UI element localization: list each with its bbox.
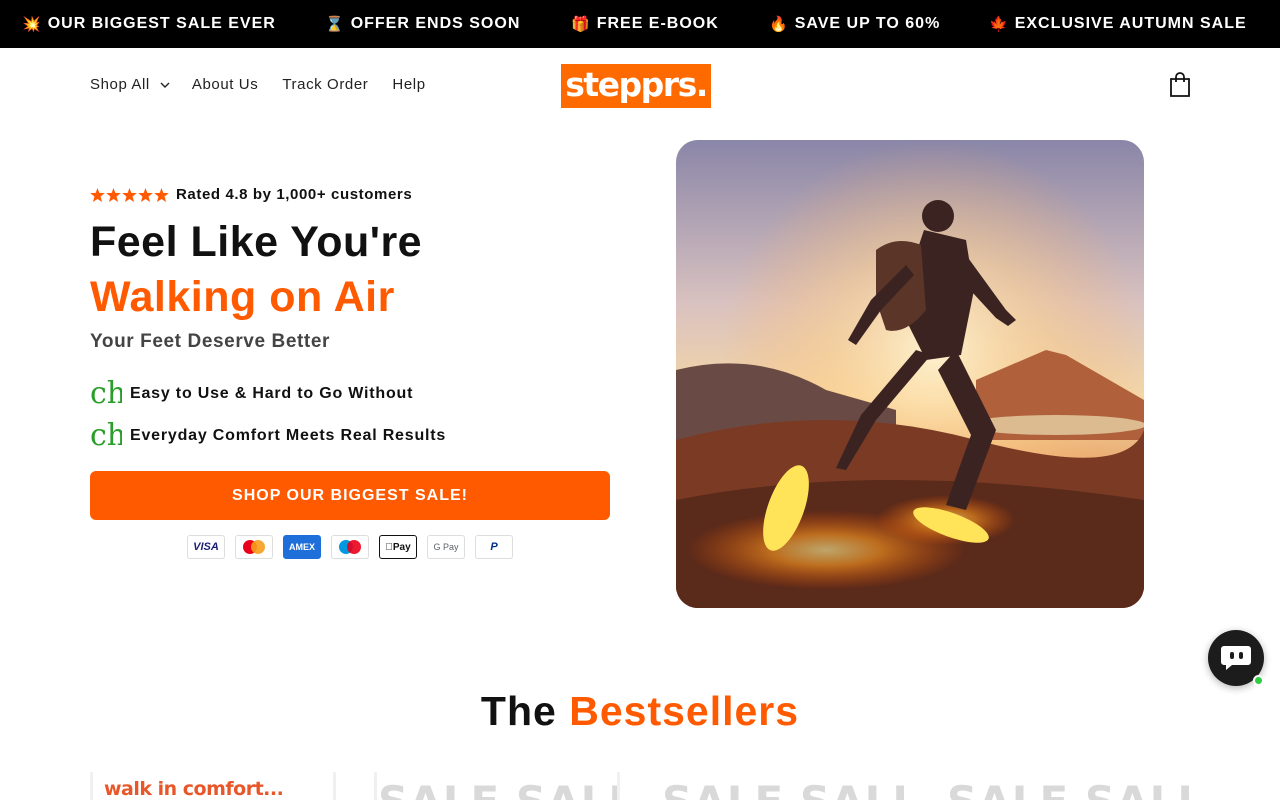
star-icon	[154, 187, 169, 202]
product-card[interactable]: SALE SALE	[374, 772, 620, 800]
maestro-icon	[331, 535, 369, 559]
chevron-down-icon	[160, 82, 170, 88]
feature-text: Easy to Use & Hard to Go Without	[130, 385, 414, 402]
check-icon: check	[90, 376, 122, 411]
sale-banner-text: SALE SALE	[662, 772, 904, 800]
announcement-emoji: 🎁	[571, 16, 591, 33]
feature-item: check Everyday Comfort Meets Real Result…	[90, 418, 446, 454]
nav-shop-all[interactable]: Shop All	[90, 76, 170, 93]
announcement-text: OFFER ENDS SOON	[350, 15, 521, 32]
announcement-emoji: ⌛	[325, 16, 345, 33]
brand-logo[interactable]: stepprs.	[561, 64, 711, 108]
nav-track-order[interactable]: Track Order	[282, 76, 368, 93]
sale-banner-text: SALE SALE	[947, 772, 1189, 800]
card-edge	[617, 772, 620, 800]
apple-icon: 	[385, 542, 393, 553]
heading-part: The	[480, 688, 557, 734]
chat-widget-button[interactable]	[1208, 630, 1264, 686]
sale-banner-text: SALE SALE	[378, 772, 620, 800]
announcement-bar: 💥 OUR BIGGEST SALE EVER ⌛ OFFER ENDS SOON …	[0, 0, 1280, 48]
announcement-text: EXCLUSIVE AUTUMN SALE	[1014, 15, 1247, 32]
visa-icon: VISA	[187, 535, 225, 559]
star-icon	[138, 187, 153, 202]
product-card[interactable]: walk in comfort...	[90, 772, 336, 800]
card-promo-text: walk in comfort...	[104, 778, 284, 800]
announcement-emoji: 💥	[22, 16, 42, 33]
announcement-item: 🍁 EXCLUSIVE AUTUMN SALE	[989, 15, 1247, 33]
announcement-item: 💥 OUR BIGGEST SALE EVER	[22, 15, 276, 33]
nav-help[interactable]: Help	[392, 76, 425, 93]
feature-item: check Easy to Use & Hard to Go Without	[90, 376, 413, 412]
announcement-text: SAVE UP TO 60%	[794, 15, 941, 32]
hero-image	[676, 140, 1144, 608]
hero-title-line1: Feel Like You're	[90, 218, 423, 266]
card-edge	[90, 772, 93, 800]
apple-pay-label: Pay	[389, 541, 411, 553]
announcement-item: ⌛ OFFER ENDS SOON	[325, 15, 520, 33]
feature-text: Everyday Comfort Meets Real Results	[130, 427, 447, 444]
paypal-icon: P	[475, 535, 513, 559]
apple-pay-icon: Pay	[379, 535, 417, 559]
nav-about-us[interactable]: About Us	[192, 76, 259, 93]
card-edge	[333, 772, 336, 800]
shopping-bag-icon[interactable]	[1168, 72, 1192, 98]
heading-accent: Bestsellers	[569, 688, 800, 734]
card-edge	[374, 772, 377, 800]
announcement-text: FREE E-BOOK	[596, 15, 719, 32]
announcement-item: 🔥 SAVE UP TO 60%	[769, 15, 940, 33]
main-nav: Shop All About Us Track Order Help	[90, 76, 426, 93]
payment-methods: VISA AMEX Pay G Pay P	[187, 535, 523, 559]
product-card[interactable]: SALE SALE	[943, 772, 1189, 800]
online-status-dot	[1253, 675, 1264, 686]
star-icon	[106, 187, 121, 202]
star-rating	[90, 187, 170, 202]
rating-row: Rated 4.8 by 1,000+ customers	[90, 186, 412, 203]
announcement-text: OUR BIGGEST SALE EVER	[47, 15, 276, 32]
bestsellers-heading: The Bestsellers	[0, 688, 1280, 735]
announcement-item: 🎁 FREE E-BOOK	[571, 15, 719, 33]
announcement-emoji: 🍁	[989, 16, 1009, 33]
product-card[interactable]: SALE SALE	[658, 772, 904, 800]
amex-icon: AMEX	[283, 535, 321, 559]
check-icon: check	[90, 418, 122, 453]
announcement-emoji: 🔥	[769, 16, 789, 33]
chat-bubble-icon	[1221, 646, 1251, 670]
star-icon	[90, 187, 105, 202]
mastercard-icon	[235, 535, 273, 559]
hero-subtitle: Your Feet Deserve Better	[90, 331, 331, 352]
rating-text: Rated 4.8 by 1,000+ customers	[176, 186, 413, 203]
star-icon	[122, 187, 137, 202]
shop-sale-button[interactable]: SHOP OUR BIGGEST SALE!	[90, 471, 610, 520]
hero-title-line2: Walking on Air	[90, 273, 395, 321]
site-header: Shop All About Us Track Order Help stepp…	[0, 48, 1280, 124]
google-pay-icon: G Pay	[427, 535, 465, 559]
nav-label: Shop All	[90, 76, 150, 93]
